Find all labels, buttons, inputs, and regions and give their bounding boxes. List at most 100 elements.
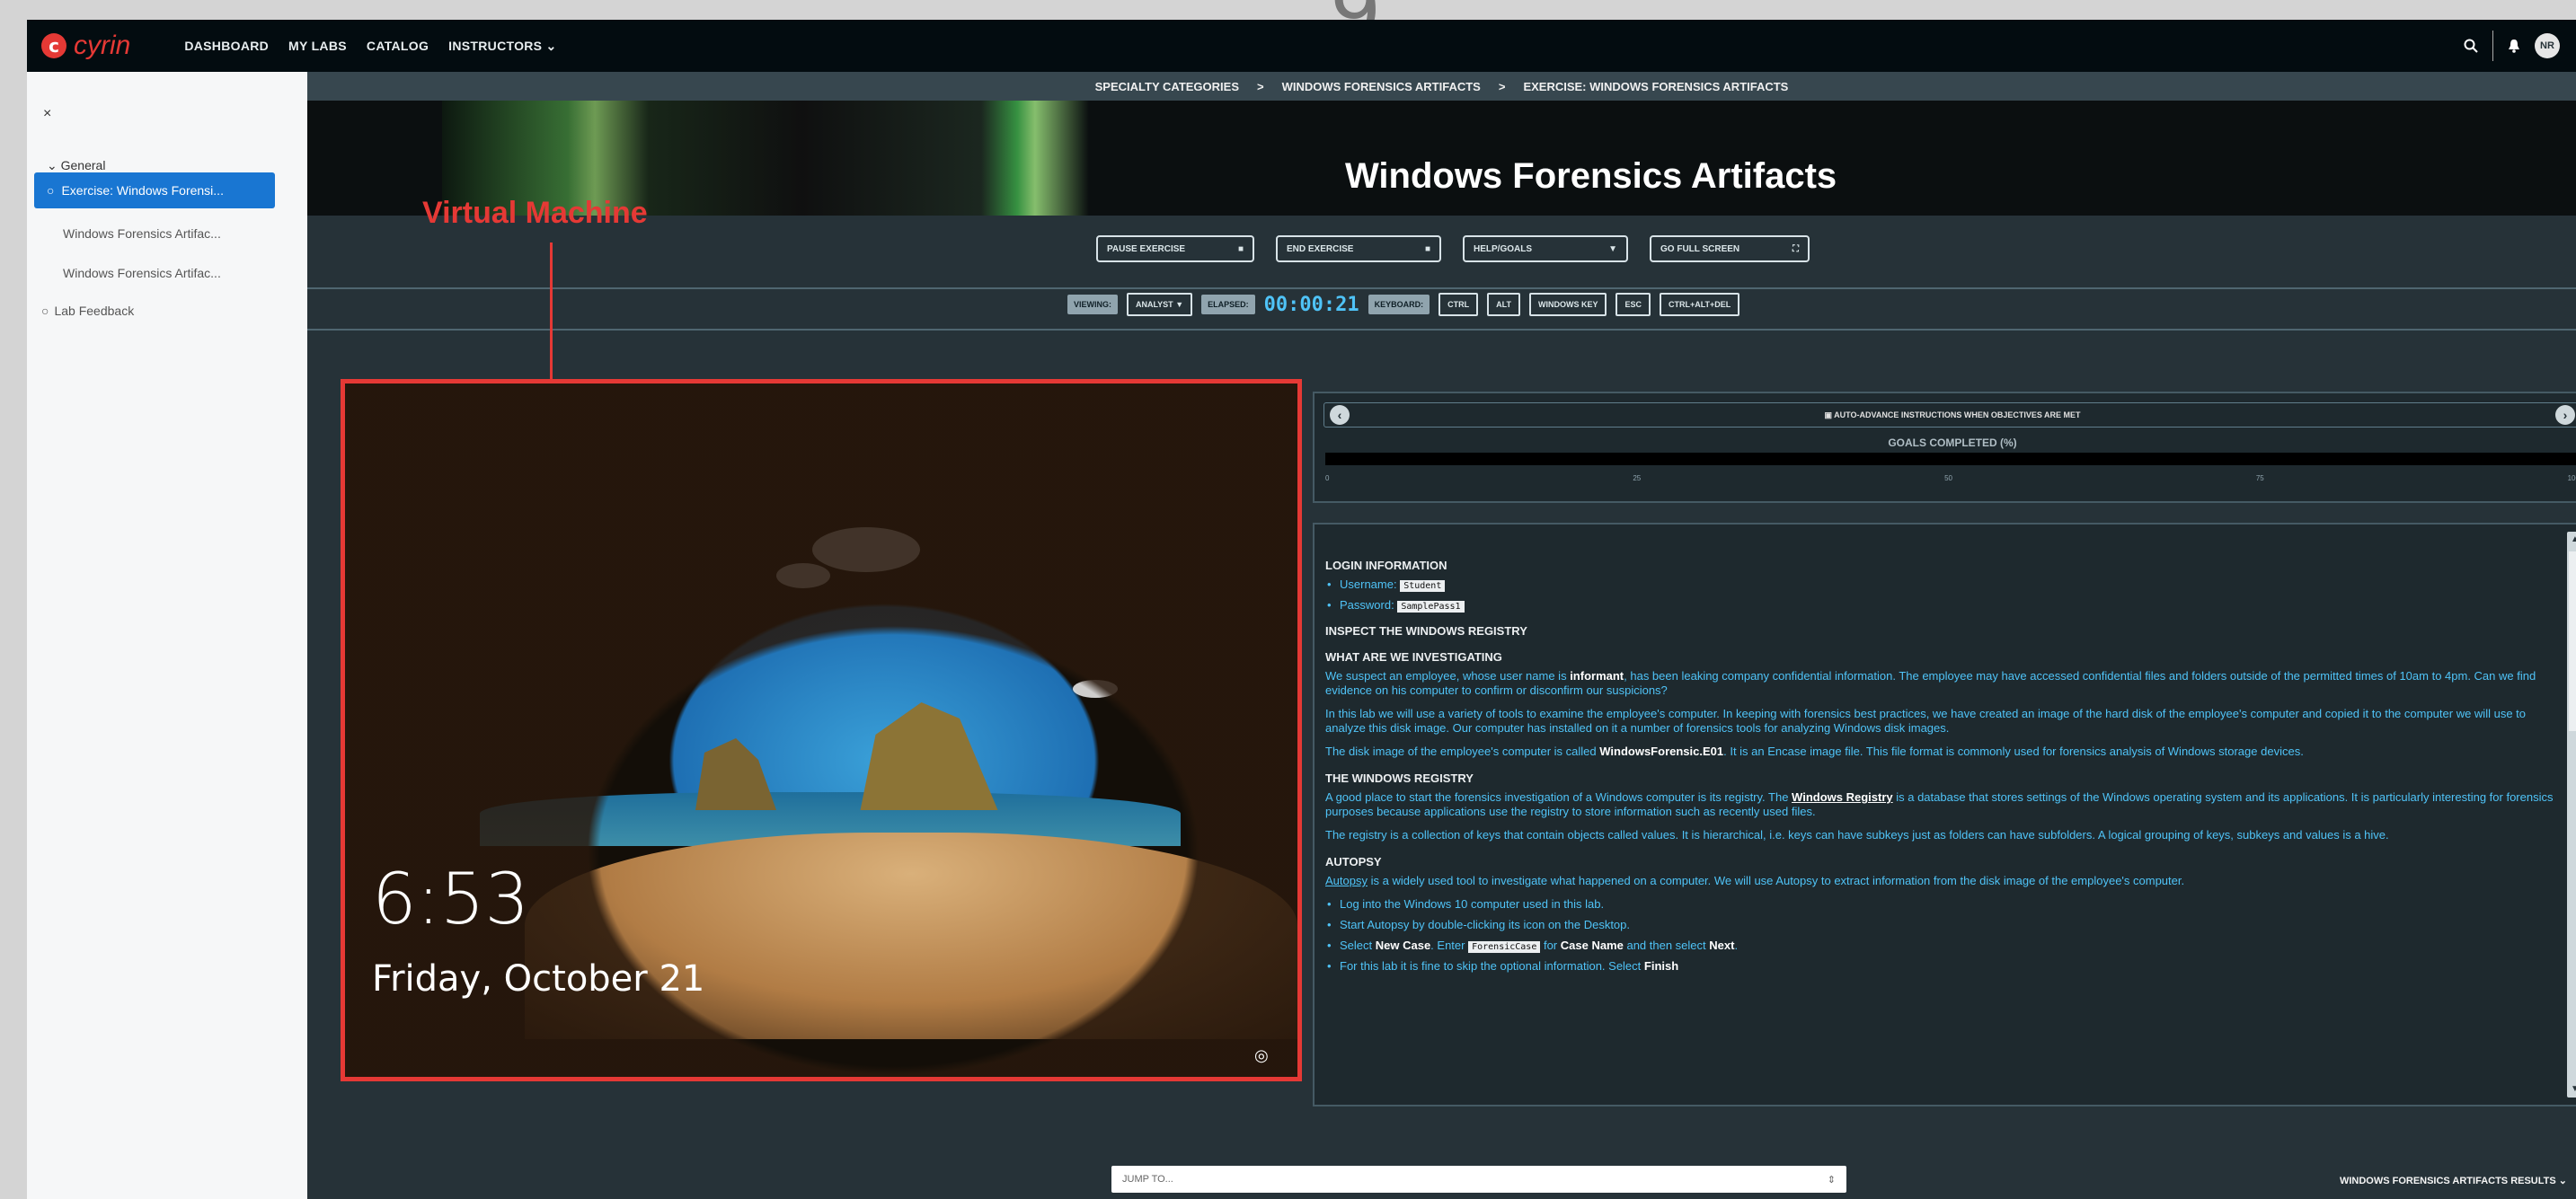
- section-heading: AUTOPSY: [1325, 855, 1382, 868]
- sidebar-item-exercise[interactable]: ○ Exercise: Windows Forensi...: [34, 172, 275, 208]
- text: We suspect an employee, whose user name …: [1325, 669, 1571, 683]
- divider: [2492, 31, 2493, 61]
- sidebar-item-artifacts-1[interactable]: Windows Forensics Artifac...: [63, 226, 221, 241]
- select-arrows-icon: ⇕: [1827, 1174, 1836, 1186]
- results-dropdown[interactable]: WINDOWS FORENSICS ARTIFACTS RESULTS ⌄: [2340, 1175, 2567, 1186]
- text: Select: [1340, 939, 1376, 952]
- text: is a widely used tool to investigate wha…: [1367, 874, 2185, 887]
- tick-label: 75: [2255, 474, 2264, 482]
- paragraph: We suspect an employee, whose user name …: [1325, 669, 2554, 698]
- username-label: Username:: [1340, 577, 1397, 591]
- viewing-value: ANALYST: [1136, 300, 1173, 309]
- sidebar-item-label: Lab Feedback: [54, 304, 135, 318]
- text: A good place to start the forensics inve…: [1325, 790, 1793, 804]
- key-alt-button[interactable]: ALT: [1487, 293, 1520, 316]
- section-heading: THE WINDOWS REGISTRY: [1325, 771, 1474, 785]
- viewing-select[interactable]: ANALYST ▼: [1127, 293, 1193, 316]
- sidebar-item-artifacts-2[interactable]: Windows Forensics Artifac...: [63, 266, 221, 280]
- caret-down-icon: ▼: [1608, 243, 1617, 254]
- annotation-pointer: [550, 242, 553, 386]
- key-windows-button[interactable]: WINDOWS KEY: [1528, 293, 1607, 316]
- autopsy-link[interactable]: Autopsy: [1325, 874, 1368, 887]
- elapsed-label: ELAPSED:: [1201, 295, 1255, 314]
- main-nav: DASHBOARD MY LABS CATALOG INSTRUCTORS ⌄: [184, 39, 556, 54]
- session-status-bar: VIEWING: ANALYST ▼ ELAPSED: 00:00:21 KEY…: [1067, 293, 1740, 316]
- button-label: HELP/GOALS: [1474, 243, 1533, 254]
- breadcrumb: SPECIALTY CATEGORIES > WINDOWS FORENSICS…: [307, 72, 2576, 101]
- text: The disk image of the employee's compute…: [1325, 745, 1600, 758]
- exercise-banner: Windows Forensics Artifacts: [307, 101, 2576, 216]
- breadcrumb-separator: >: [1257, 79, 1264, 93]
- sidebar-item-lab-feedback[interactable]: ○ Lab Feedback: [41, 304, 134, 318]
- breadcrumb-item: EXERCISE: WINDOWS FORENSICS ARTIFACTS: [1523, 79, 1789, 93]
- avatar[interactable]: NR: [2535, 33, 2560, 58]
- nav-my-labs[interactable]: MY LABS: [288, 39, 347, 54]
- nav-dashboard[interactable]: DASHBOARD: [184, 39, 269, 54]
- button-label: END EXERCISE: [1287, 243, 1354, 254]
- sidebar-group-general[interactable]: ⌄ General: [47, 158, 105, 173]
- sidebar: × ⌄ General ○ Exercise: Windows Forensi..…: [27, 72, 307, 1199]
- key-ctrl-alt-del-button[interactable]: CTRL+ALT+DEL: [1659, 293, 1740, 316]
- page-title: Windows Forensics Artifacts: [1345, 156, 1837, 196]
- paragraph: The disk image of the employee's compute…: [1325, 745, 2554, 759]
- text: .: [1734, 939, 1739, 952]
- lock-screen-date: Friday, October 21: [372, 958, 705, 1000]
- lock-screen-time: 6:53: [372, 860, 530, 940]
- instructions-content: LOGIN INFORMATION Username: Student Pass…: [1325, 546, 2554, 980]
- nav-instructors[interactable]: INSTRUCTORS ⌄: [448, 39, 556, 54]
- list-item: Start Autopsy by double-clicking its ico…: [1327, 918, 2554, 931]
- topbar-actions: NR: [2464, 20, 2560, 72]
- app-window: c cyrin DASHBOARD MY LABS CATALOG INSTRU…: [27, 20, 2576, 1199]
- bell-icon[interactable]: [2508, 39, 2520, 53]
- previous-arrow-icon[interactable]: ‹: [1330, 405, 1350, 425]
- scroll-down-icon[interactable]: ▼: [2567, 1081, 2576, 1098]
- code: ForensicCase: [1468, 941, 1541, 953]
- caret-down-icon: ▼: [1175, 300, 1184, 309]
- auto-advance-label: AUTO-ADVANCE INSTRUCTIONS WHEN OBJECTIVE…: [1834, 410, 2081, 419]
- tick-label: 100: [2567, 474, 2576, 482]
- pause-exercise-button[interactable]: PAUSE EXERCISE ■: [1096, 235, 1254, 262]
- emphasis: New Case: [1375, 939, 1431, 952]
- divider: [307, 287, 2576, 289]
- paragraph: Autopsy is a widely used tool to investi…: [1325, 874, 2554, 888]
- button-label: PAUSE EXERCISE: [1107, 243, 1186, 254]
- elapsed-timer: 00:00:21: [1263, 293, 1359, 316]
- instructions-panel: LOGIN INFORMATION Username: Student Pass…: [1313, 523, 2576, 1106]
- nav-catalog[interactable]: CATALOG: [367, 39, 429, 54]
- list-item: Select New Case. Enter ForensicCase for …: [1327, 939, 2554, 953]
- section-heading: LOGIN INFORMATION: [1325, 559, 1447, 572]
- jump-to-select[interactable]: JUMP TO... ⇕: [1111, 1166, 1846, 1193]
- emphasis: Case Name: [1560, 939, 1624, 952]
- annotation-label: Virtual Machine: [422, 196, 648, 230]
- key-ctrl-button[interactable]: CTRL: [1438, 293, 1479, 316]
- goals-completed-label: GOALS COMPLETED (%): [1888, 436, 2017, 449]
- close-icon[interactable]: ×: [43, 106, 51, 122]
- help-goals-dropdown[interactable]: HELP/GOALS ▼: [1463, 235, 1628, 262]
- breadcrumb-item[interactable]: WINDOWS FORENSICS ARTIFACTS: [1282, 80, 1481, 93]
- instructions-scrollbar[interactable]: ▲ ▼: [2567, 532, 2576, 1098]
- full-screen-button[interactable]: GO FULL SCREEN ⛶: [1650, 235, 1810, 262]
- auto-advance-toggle[interactable]: ▣ AUTO-ADVANCE INSTRUCTIONS WHEN OBJECTI…: [1824, 410, 2080, 420]
- text: For this lab it is fine to skip the opti…: [1340, 959, 1644, 973]
- text: and then select: [1623, 939, 1710, 952]
- scroll-thumb[interactable]: [2569, 551, 2576, 731]
- next-arrow-icon[interactable]: ›: [2555, 405, 2575, 425]
- list-item: Password: SamplePass1: [1327, 598, 2554, 613]
- scroll-up-icon[interactable]: ▲: [2567, 532, 2576, 548]
- search-icon[interactable]: [2464, 39, 2478, 53]
- end-exercise-button[interactable]: END EXERCISE ■: [1276, 235, 1441, 262]
- text: . It is an Encase image file. This file …: [1723, 745, 2304, 758]
- logo[interactable]: c cyrin: [41, 31, 130, 61]
- network-icon[interactable]: ◎: [1254, 1046, 1269, 1065]
- virtual-machine-screen[interactable]: 6:53 Friday, October 21 ◎: [341, 379, 1302, 1081]
- breadcrumb-item[interactable]: SPECIALTY CATEGORIES: [1095, 80, 1239, 93]
- text: . Enter: [1430, 939, 1469, 952]
- key-esc-button[interactable]: ESC: [1616, 293, 1651, 316]
- paragraph: In this lab we will use a variety of too…: [1325, 707, 2526, 735]
- emphasis: WindowsForensic.E01: [1599, 745, 1724, 758]
- text: for: [1540, 939, 1561, 952]
- viewing-label: VIEWING:: [1067, 295, 1118, 314]
- logo-text: cyrin: [74, 31, 131, 60]
- windows-registry-link[interactable]: Windows Registry: [1792, 790, 1893, 804]
- list-item: Log into the Windows 10 computer used in…: [1327, 897, 2554, 911]
